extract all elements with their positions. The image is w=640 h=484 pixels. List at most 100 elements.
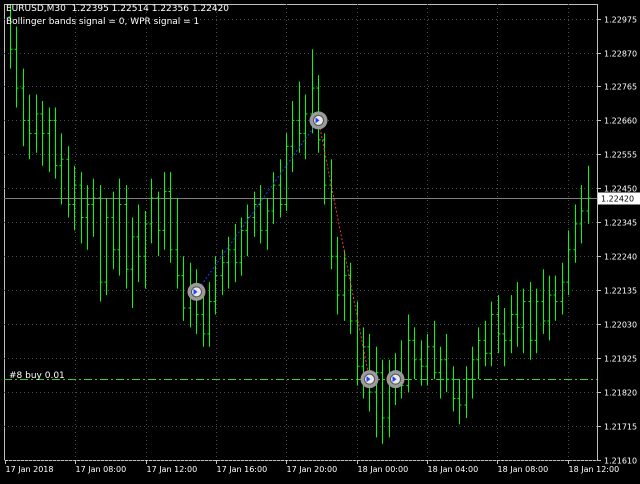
ohlc-bar (234, 224, 238, 282)
ohlc-bar (445, 334, 449, 392)
ohlc-bar (54, 107, 58, 178)
ohlc-bar (490, 302, 494, 367)
ohlc-bar (554, 276, 558, 321)
price-tick-label: 1.22030 (604, 321, 637, 330)
ohlc-bar (426, 334, 430, 386)
time-tick-label: 17 Jan 20:00 (287, 465, 338, 474)
symbol-label: EURUSD,M30 (6, 4, 66, 14)
ohlc-bar (105, 198, 109, 295)
chart-symbol-ohlc: EURUSD,M30 1.22395 1.22514 1.22356 1.224… (6, 4, 229, 15)
time-tick-label: 17 Jan 08:00 (76, 465, 127, 474)
trend-line (197, 120, 319, 291)
ohlc-bar (41, 101, 45, 166)
ohlc-bar (343, 250, 347, 321)
ohlc-bar (580, 185, 584, 243)
ohlc-bar (503, 308, 507, 366)
trade-markers[interactable] (188, 111, 405, 388)
ohlc-bar (163, 172, 167, 250)
ohlc-bar (529, 282, 533, 360)
price-chart[interactable]: 1.22975 1.22870 1.22765 1.22660 1.22555 1.224… (0, 0, 640, 480)
ohlc-bar (548, 276, 552, 341)
price-tick-label: 1.22240 (604, 253, 637, 262)
price-tick-label: 1.22450 (604, 185, 637, 194)
chart-window[interactable]: 1.22975 1.22870 1.22765 1.22660 1.22555 1.224… (0, 0, 640, 480)
ohlc-bar (458, 379, 462, 424)
price-tick-label: 1.21925 (604, 355, 637, 364)
ohlc-bar (433, 321, 437, 379)
ohlc-bar (452, 366, 456, 411)
ohlc-bar (439, 347, 443, 399)
ohlc-bar (291, 101, 295, 172)
trade-marker-icon[interactable] (387, 370, 405, 388)
ohlc-bar (169, 172, 173, 263)
ohlc-bar (35, 95, 39, 153)
ohlc-bar (92, 179, 96, 237)
ohlc-bar (400, 340, 404, 398)
time-tick-label: 18 Jan 00:00 (358, 465, 409, 474)
ohlc-bar (477, 327, 481, 379)
ohlc-bar (266, 198, 270, 250)
ohlc-bar (413, 327, 417, 379)
ohlc-bar (67, 146, 71, 217)
ohlc-bar (298, 82, 302, 153)
indicator-signal-text: Bollinger bands signal = 0, WPR signal =… (6, 17, 199, 28)
ohlc-bar (246, 205, 250, 257)
time-tick-label: 17 Jan 16:00 (217, 465, 268, 474)
ohlc-bar (221, 250, 225, 295)
trade-marker-icon[interactable] (188, 283, 206, 301)
ohlc-bar (304, 95, 308, 160)
ohlc-bar (118, 179, 122, 276)
ohlc-bar (336, 237, 340, 315)
time-tick-label: 18 Jan 04:00 (428, 465, 479, 474)
ohlc-bar (131, 217, 135, 308)
ohlc-bar (567, 230, 571, 295)
ohlc-bar (356, 302, 360, 386)
current-price-label: 1.22420 (601, 195, 634, 204)
ohlc-bar (561, 263, 565, 315)
time-tick-label: 18 Jan 08:00 (498, 465, 549, 474)
ohlc-bar (80, 172, 84, 243)
ohlc-bar (471, 347, 475, 399)
price-tick-label: 1.22765 (604, 83, 637, 92)
price-tick-label: 1.22660 (604, 117, 637, 126)
ohlc-bar (522, 289, 526, 354)
price-tick-label: 1.22345 (604, 219, 637, 228)
ohlc-bar (587, 166, 591, 224)
ohlc-bar (202, 295, 206, 347)
ohlc-bar (330, 159, 334, 269)
ohlc-bar (420, 340, 424, 385)
ohlc-bar (407, 314, 411, 392)
ohlc-bar (195, 269, 199, 334)
price-tick-label: 1.22975 (604, 16, 637, 25)
ohlc-bar (285, 133, 289, 211)
ohlc-bar (375, 347, 379, 438)
ohlc-bar (574, 205, 578, 263)
trade-marker-icon[interactable] (361, 370, 379, 388)
price-tick-label: 1.21715 (604, 423, 637, 432)
price-tick-label: 1.21820 (604, 389, 637, 398)
ohlc-bar (28, 95, 32, 160)
ohlc-bar (279, 159, 283, 217)
ohlc-bar (516, 282, 520, 347)
trade-marker-icon[interactable] (310, 111, 328, 129)
ohlc-bar (208, 282, 212, 347)
ohlc-bar (381, 360, 385, 444)
ohlc-bar (86, 185, 90, 250)
ohlc-bar (60, 133, 64, 204)
time-tick-label: 18 Jan 12:00 (569, 465, 620, 474)
ohlc-bar (125, 185, 129, 288)
ohlc-bar (137, 205, 141, 283)
ohlc-bar (182, 256, 186, 321)
ohlc-bar (22, 69, 26, 147)
ohlc-bars (9, 4, 591, 444)
ohlc-bar (176, 198, 180, 289)
ohlc-bar (99, 185, 103, 301)
ohlc-bar (157, 192, 161, 257)
time-tick-label: 17 Jan 2018 (6, 465, 54, 474)
price-tick-label: 1.22555 (604, 151, 637, 160)
price-tick-label: 1.22870 (604, 50, 637, 59)
ohlc-bar (112, 192, 116, 270)
ohlc-bar (259, 185, 263, 243)
ohlc-bar (484, 321, 488, 366)
ohlc-bar (362, 327, 366, 398)
